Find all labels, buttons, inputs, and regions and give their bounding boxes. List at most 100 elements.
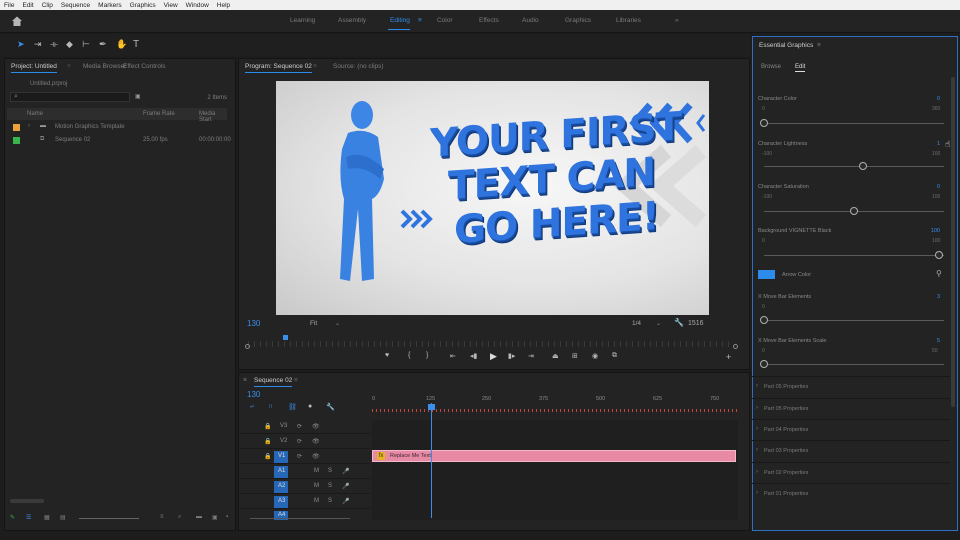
slider-knob[interactable] bbox=[760, 360, 768, 368]
freeform-view-icon[interactable]: ▤ bbox=[60, 514, 66, 521]
program-playhead[interactable] bbox=[283, 335, 288, 340]
clear-icon[interactable]: ▪ bbox=[226, 514, 228, 520]
slider-value[interactable]: 3 bbox=[937, 294, 940, 300]
step-forward-icon[interactable]: ▮▸ bbox=[508, 352, 515, 360]
program-time-ruler[interactable] bbox=[248, 341, 734, 347]
type-tool-icon[interactable]: T bbox=[133, 39, 139, 50]
slider-knob[interactable] bbox=[935, 251, 943, 259]
menu-sequence[interactable]: Sequence bbox=[61, 2, 90, 9]
workspace-menu-icon[interactable]: ≡ bbox=[418, 17, 422, 24]
new-bin-icon[interactable]: ▣ bbox=[135, 93, 141, 100]
move-bar-scale-slider[interactable] bbox=[764, 364, 944, 365]
timeline-playhead[interactable] bbox=[431, 403, 432, 518]
linked-selection-icon[interactable]: ⛓ bbox=[288, 403, 297, 411]
chevron-down-icon[interactable]: ⌄ bbox=[656, 320, 661, 327]
section-part-04[interactable]: › Part 04 Properties bbox=[752, 419, 950, 440]
eyedropper-icon[interactable]: ⚲ bbox=[936, 269, 942, 278]
go-to-in-icon[interactable]: ⇤ bbox=[450, 352, 456, 360]
lock-icon[interactable]: 🔒 bbox=[264, 438, 271, 445]
col-frame-rate[interactable]: Frame Rate bbox=[143, 111, 175, 117]
wrench-icon[interactable]: 🔧 bbox=[674, 318, 684, 327]
character-lightness-slider[interactable] bbox=[764, 166, 944, 167]
mute-icon[interactable]: M bbox=[314, 483, 319, 489]
tab-edit[interactable]: Edit bbox=[795, 64, 806, 72]
tab-browse[interactable]: Browse bbox=[761, 64, 781, 70]
move-bar-slider[interactable] bbox=[764, 320, 944, 321]
add-marker-icon[interactable]: ● bbox=[308, 403, 312, 410]
video-preview[interactable]: YOUR FIRST TEXT CAN GO HERE! bbox=[276, 81, 709, 315]
timeline-ruler[interactable]: 0 125 250 375 500 625 750 bbox=[370, 396, 740, 408]
character-color-slider[interactable] bbox=[764, 123, 944, 124]
eye-icon[interactable]: 👁 bbox=[312, 453, 320, 460]
slider-value[interactable]: 100 bbox=[931, 228, 940, 234]
timeline-tracks-area[interactable] bbox=[372, 420, 738, 520]
chevron-down-icon[interactable]: ⌄ bbox=[335, 320, 340, 327]
project-search-input[interactable]: ⌕ bbox=[10, 92, 130, 102]
menu-help[interactable]: Help bbox=[217, 2, 230, 9]
find-icon[interactable]: ⌕ bbox=[178, 514, 181, 521]
solo-icon[interactable]: S bbox=[328, 498, 332, 504]
project-scrollbar[interactable] bbox=[10, 499, 44, 503]
col-name[interactable]: Name bbox=[27, 111, 43, 117]
list-view-icon[interactable]: ☰ bbox=[26, 514, 31, 521]
pen-tool-icon[interactable]: ✒ bbox=[99, 39, 107, 50]
arrow-color-swatch[interactable] bbox=[758, 270, 775, 279]
section-part-02[interactable]: › Part 02 Properties bbox=[752, 462, 950, 483]
track-a3[interactable]: A3 M S 🎤 bbox=[240, 495, 370, 509]
mic-icon[interactable]: 🎤 bbox=[342, 483, 349, 490]
panel-scrollbar[interactable] bbox=[951, 77, 955, 407]
program-timecode[interactable]: 130 bbox=[247, 319, 260, 328]
menu-file[interactable]: File bbox=[4, 2, 14, 9]
lock-icon[interactable]: 🔒 bbox=[264, 453, 271, 460]
sync-lock-icon[interactable]: ⟳ bbox=[297, 438, 302, 445]
tab-media-browser[interactable]: Media Browser bbox=[83, 63, 126, 70]
track-a1[interactable]: A1 M S 🎤 bbox=[240, 465, 370, 479]
workspace-audio[interactable]: Audio bbox=[522, 17, 539, 24]
step-back-icon[interactable]: ◂▮ bbox=[470, 352, 477, 360]
slider-knob[interactable] bbox=[760, 316, 768, 324]
mic-icon[interactable]: 🎤 bbox=[342, 468, 349, 475]
tab-effect-controls[interactable]: Effect Controls bbox=[123, 63, 166, 70]
new-bin-icon[interactable]: ▬ bbox=[196, 514, 202, 520]
settings-wrench-icon[interactable]: 🔧 bbox=[326, 403, 335, 411]
track-v3[interactable]: 🔒 V3 ⟳ 👁 bbox=[240, 420, 370, 434]
project-row-sequence[interactable]: ⧉ Sequence 02 25.00 fps 00:00:00:00 bbox=[7, 135, 231, 147]
menu-markers[interactable]: Markers bbox=[98, 2, 121, 9]
lock-icon[interactable]: 🔒 bbox=[264, 423, 271, 430]
workspace-graphics[interactable]: Graphics bbox=[565, 17, 591, 24]
button-editor-icon[interactable]: + bbox=[726, 352, 731, 362]
ripple-edit-tool-icon[interactable]: ⟛ bbox=[50, 39, 58, 50]
go-to-out-icon[interactable]: ⇥ bbox=[528, 352, 534, 360]
eye-icon[interactable]: 👁 bbox=[312, 423, 320, 430]
menu-window[interactable]: Window bbox=[186, 2, 209, 9]
hand-tool-icon[interactable]: ✋ bbox=[116, 39, 127, 50]
menu-view[interactable]: View bbox=[164, 2, 178, 9]
tab-sequence[interactable]: Sequence 02 bbox=[254, 377, 293, 387]
sync-lock-icon[interactable]: ⟳ bbox=[297, 453, 302, 460]
timeline-zoom-scrollbar[interactable] bbox=[250, 518, 350, 519]
mute-icon[interactable]: M bbox=[314, 498, 319, 504]
workspace-assembly[interactable]: Assembly bbox=[338, 17, 366, 24]
snap-icon[interactable]: ∩ bbox=[268, 403, 273, 410]
slider-value[interactable]: 5 bbox=[937, 338, 940, 344]
track-select-tool-icon[interactable]: ⇥ bbox=[34, 39, 42, 50]
add-marker-icon[interactable]: ♥ bbox=[385, 352, 389, 359]
tab-menu-icon[interactable]: ≡ bbox=[294, 377, 298, 384]
tab-source[interactable]: Source: (no clips) bbox=[333, 63, 384, 70]
export-frame-icon[interactable]: ◉ bbox=[592, 352, 598, 360]
solo-icon[interactable]: S bbox=[328, 483, 332, 489]
new-item-icon[interactable]: ▣ bbox=[212, 514, 218, 521]
slider-value[interactable]: 1 bbox=[937, 141, 940, 147]
tab-menu-icon[interactable]: ≡ bbox=[67, 63, 71, 70]
vignette-slider[interactable] bbox=[764, 255, 944, 256]
razor-tool-icon[interactable]: ◆ bbox=[66, 39, 73, 50]
icon-view-icon[interactable]: ▦ bbox=[44, 514, 50, 521]
track-v2[interactable]: 🔒 V2 ⟳ 👁 bbox=[240, 435, 370, 449]
section-part-03[interactable]: › Part 03 Properties bbox=[752, 440, 950, 461]
nest-icon[interactable]: ⤶ bbox=[250, 403, 254, 411]
slider-knob[interactable] bbox=[850, 207, 858, 215]
play-icon[interactable]: ▶ bbox=[490, 351, 497, 362]
mute-icon[interactable]: M bbox=[314, 468, 319, 474]
home-icon[interactable] bbox=[11, 15, 23, 27]
mic-icon[interactable]: 🎤 bbox=[342, 498, 349, 505]
